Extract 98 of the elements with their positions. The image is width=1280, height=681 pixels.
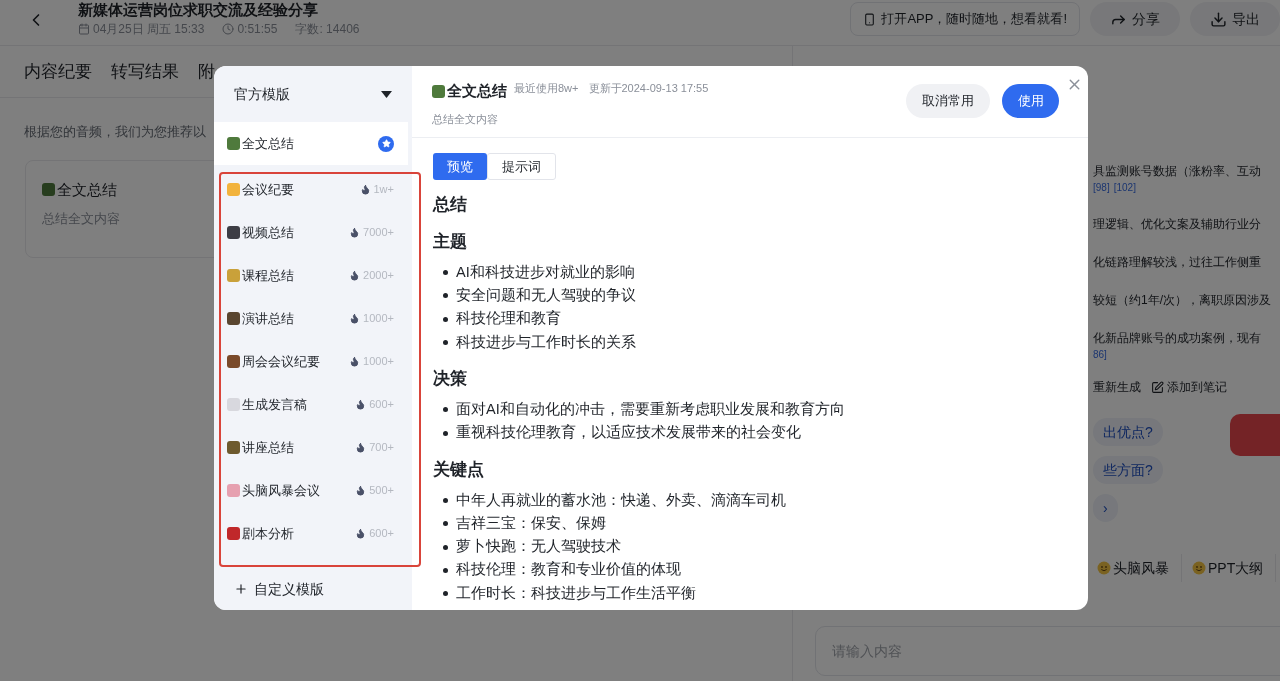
bullet-icon <box>443 567 448 573</box>
flame-icon <box>355 528 367 539</box>
template-item[interactable]: 全文总结 <box>214 122 408 165</box>
updated-text: 更新于2024-09-13 17:55 <box>588 81 709 96</box>
intro-text: 根据您的音频，我们为您推荐以 <box>24 123 207 141</box>
template-item[interactable]: 周会会议纪要 1000+ <box>214 340 408 383</box>
template-item[interactable]: 演讲总结 1000+ <box>214 297 408 340</box>
bullet-text: 安全问题和无人驾驶的争议 <box>456 286 636 306</box>
edit-icon <box>1151 380 1164 394</box>
flame-icon <box>349 227 361 238</box>
usage-count: 700+ <box>369 440 394 456</box>
bullet-icon <box>443 591 448 597</box>
view-tab[interactable]: 预览 <box>433 153 487 180</box>
bullet-text: 吉祥三宝：保安、保姆 <box>456 513 606 533</box>
usage-count: 2000+ <box>363 268 394 284</box>
view-tab[interactable]: 提示词 <box>487 153 556 180</box>
flame-icon <box>359 184 371 195</box>
caret-icon <box>381 90 392 98</box>
suggestion-chip[interactable]: 出优点? <box>1093 418 1163 446</box>
custom-template-button[interactable]: 自定义模版 <box>214 568 412 610</box>
bullet-text: 面对AI和自动化的冲击，需要重新考虑职业发展和教育方向 <box>456 399 845 419</box>
flame-icon <box>349 356 361 367</box>
answer-text: 理逻辑、优化文案及辅助行业分 <box>1093 216 1262 233</box>
emoji-icon <box>42 183 55 197</box>
answer-text: 较短（约1年/次），离职原因涉及 <box>1093 292 1272 309</box>
bullet-text: 萝卜快跑：无人驾驶技术 <box>456 537 621 557</box>
bullet-text: AI和科技进步对就业的影响 <box>456 262 635 282</box>
card-title: 全文总结 <box>57 179 117 200</box>
use-button[interactable]: 使用 <box>1002 84 1059 118</box>
smiley-icon <box>1192 561 1206 575</box>
page-title: 新媒体运营岗位求职交流及经验分享 <box>78 2 319 18</box>
template-subtitle: 总结全文内容 <box>432 111 499 127</box>
usage-count: 1w+ <box>373 182 394 198</box>
download-icon <box>1210 10 1227 28</box>
plus-icon <box>234 582 248 596</box>
open-app-button[interactable]: 打开APP，随时随地，想看就看! <box>850 2 1080 36</box>
usage-count: 1000+ <box>363 354 394 370</box>
bullet-icon <box>443 544 448 550</box>
section-heading: 总结 <box>433 194 468 216</box>
answer-text: 化链路理解较浅，过往工作侧重 <box>1093 254 1262 271</box>
template-item[interactable]: 生成发言稿 600+ <box>214 383 408 426</box>
reference-link[interactable]: 86] <box>1093 347 1107 362</box>
unfavorite-button[interactable]: 取消常用 <box>906 84 990 118</box>
quick-prompt-chip[interactable]: 头脑风暴 <box>1097 554 1182 582</box>
usage-count: 600+ <box>369 397 394 413</box>
recording-duration: 0:51:55 <box>237 21 278 38</box>
bullet-text: 重视科技伦理教育，以适应技术发展带来的社会变化 <box>456 423 801 443</box>
bullet-icon <box>443 293 448 299</box>
flame-icon <box>349 313 361 324</box>
template-source-dropdown[interactable]: 官方模版 <box>214 66 412 122</box>
section-tab[interactable]: 附 <box>198 58 215 85</box>
smiley-icon <box>1097 561 1111 575</box>
add-to-note-button[interactable]: 添加到笔记 <box>1151 378 1227 396</box>
answer-text: 具监测账号数据（涨粉率、互动 <box>1093 163 1262 180</box>
quick-prompt-chip[interactable]: PPT大纲 <box>1192 554 1277 582</box>
section-heading: 主题 <box>433 231 468 253</box>
export-button[interactable]: 导出 <box>1190 2 1280 36</box>
bullet-icon <box>443 340 448 346</box>
bullet-icon <box>443 430 448 436</box>
reference-link[interactable]: [98] <box>1093 180 1110 195</box>
flame-icon <box>355 399 367 410</box>
suggestion-chip[interactable]: 些方面? <box>1093 456 1163 484</box>
bullet-icon <box>443 270 448 276</box>
usage-count: 600+ <box>369 526 394 542</box>
regenerate-button[interactable]: 重新生成 <box>1093 378 1141 396</box>
bullet-text: 科技伦理和教育 <box>456 309 561 329</box>
bullet-text: 科技进步与工作时长的关系 <box>456 332 636 352</box>
star-badge-icon <box>378 135 394 152</box>
share-button[interactable]: 分享 <box>1090 2 1180 36</box>
phone-icon <box>863 12 877 26</box>
template-item[interactable]: 讲座总结 700+ <box>214 426 408 469</box>
bullet-text: 科技伦理：教育和专业价值的体现 <box>456 560 681 580</box>
template-item[interactable]: 头脑风暴会议 500+ <box>214 469 408 512</box>
bullet-icon <box>443 407 448 413</box>
flame-icon <box>355 485 367 496</box>
bullet-icon <box>443 521 448 527</box>
calendar-icon <box>78 23 90 35</box>
bullet-icon <box>443 497 448 503</box>
usage-count: 7000+ <box>363 225 394 241</box>
usage-count: 1000+ <box>363 311 394 327</box>
usage-text: 最近使用8w+ <box>514 81 579 96</box>
clock-icon <box>222 23 235 35</box>
section-heading: 决策 <box>433 368 468 391</box>
usage-count: 500+ <box>369 483 394 499</box>
flame-icon <box>349 270 361 281</box>
section-heading: 关键点 <box>433 458 485 481</box>
template-item[interactable]: 剧本分析 600+ <box>214 512 408 555</box>
bullet-text: 中年人再就业的蓄水池：快递、外卖、滴滴车司机 <box>456 490 786 510</box>
bullet-text: 工作时长：科技进步与工作生活平衡 <box>456 583 696 603</box>
emoji-icon <box>432 84 445 98</box>
reference-link[interactable]: [102] <box>1113 180 1136 195</box>
template-title: 全文总结 <box>447 81 507 101</box>
section-tab[interactable]: 转写结果 <box>111 58 179 85</box>
suggestion-chip[interactable]: › <box>1093 494 1118 522</box>
section-tab[interactable]: 内容纪要 <box>24 58 92 85</box>
bullet-icon <box>443 316 448 322</box>
flame-icon <box>355 442 367 453</box>
answer-text: 化新品牌账号的成功案例，现有 <box>1093 330 1262 347</box>
